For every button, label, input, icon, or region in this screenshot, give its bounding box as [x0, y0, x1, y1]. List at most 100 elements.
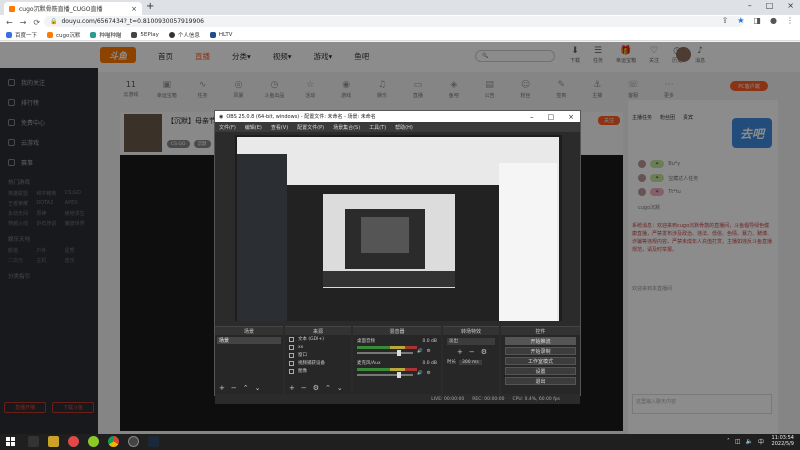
start-recording-button[interactable]: 开始录制	[505, 347, 576, 355]
url-input[interactable]: 🔒 douyu.com/6567434?_t=0.810093005791990…	[44, 16, 744, 27]
menu-edit[interactable]: 编辑(E)	[245, 124, 262, 131]
browser-tab-bar: cugo沉默骨筋直播_CUGO直播 × + – □ ×	[0, 0, 800, 15]
bookmark-item[interactable]: 百度一下	[6, 31, 37, 39]
remove-icon[interactable]: −	[231, 384, 237, 392]
maximize-icon[interactable]: □	[766, 1, 774, 10]
add-icon[interactable]: +	[289, 384, 295, 392]
remove-icon[interactable]: −	[301, 384, 307, 392]
close-tab-icon[interactable]: ×	[131, 5, 137, 13]
source-item[interactable]: 文本 (GDI+)	[285, 335, 351, 343]
taskbar-apps	[28, 436, 159, 447]
bookmark-icon	[131, 31, 138, 38]
windows-start-icon[interactable]	[6, 437, 15, 446]
network-icon[interactable]: ◫	[735, 438, 741, 445]
dock-header: 场景	[215, 327, 283, 335]
speaker-icon[interactable]: 🔊	[417, 371, 423, 376]
obs-title: OBS 25.0.8 (64-bit, windows) - 配置文件: 未命名…	[226, 114, 376, 120]
volume-icon[interactable]: 🔈	[746, 438, 753, 445]
sources-dock: 来源 文本 (GDI+) xx 窗口 视频捕获设备 图像 + − ⚙ ⌃ ⌄	[285, 326, 351, 394]
dock-header: 转场特效	[443, 327, 499, 335]
settings-button[interactable]: 设置	[505, 367, 576, 375]
menu-icon[interactable]: ⋮	[786, 16, 794, 25]
chevron-up-icon[interactable]: ˄	[727, 438, 730, 445]
volume-slider[interactable]	[357, 350, 413, 356]
volume-slider[interactable]	[357, 372, 413, 378]
menu-tools[interactable]: 工具(T)	[369, 124, 386, 131]
add-icon[interactable]: +	[219, 384, 225, 392]
gear-icon[interactable]: ⚙	[427, 371, 431, 376]
source-item[interactable]: 图像	[285, 367, 351, 375]
bookmark-icon	[90, 31, 97, 38]
bookmark-star-icon[interactable]: ★	[737, 16, 744, 25]
share-icon[interactable]: ⇪	[722, 16, 729, 25]
obs-icon[interactable]	[128, 436, 139, 447]
gear-icon[interactable]: ⚙	[313, 384, 319, 392]
profile-icon[interactable]: ●	[770, 16, 777, 25]
menu-scene-collection[interactable]: 场景集合(S)	[333, 124, 360, 131]
speaker-icon[interactable]: 🔊	[417, 349, 423, 354]
studio-mode-button[interactable]: 工作室模式	[505, 357, 576, 365]
close-icon[interactable]: ×	[568, 113, 574, 121]
app-icon[interactable]	[88, 436, 99, 447]
browser-tab[interactable]: cugo沉默骨筋直播_CUGO直播 ×	[4, 2, 142, 15]
bookmark-item[interactable]: 个人信息	[168, 31, 200, 39]
down-icon[interactable]: ⌄	[255, 384, 261, 392]
tab-title: cugo沉默骨筋直播_CUGO直播	[19, 6, 103, 13]
remove-icon[interactable]: −	[469, 348, 475, 356]
ime-icon[interactable]: 中	[758, 437, 764, 446]
menu-profile[interactable]: 配置文件(P)	[297, 124, 324, 131]
start-streaming-button[interactable]: 开始推流	[505, 337, 576, 345]
rec-status: REC: 00:00:00	[472, 396, 505, 402]
source-item[interactable]: xx	[285, 343, 351, 351]
up-icon[interactable]: ⌃	[243, 384, 249, 392]
bookmarks-bar: 百度一下 cugo沉默 种喵种瞄 5EPlay 个人信息 HLTV	[0, 29, 800, 41]
url-text: douyu.com/6567434?_t=0.8100930057919906	[61, 18, 204, 25]
app-icon[interactable]	[48, 436, 59, 447]
obs-title-bar[interactable]: ◉ OBS 25.0.8 (64-bit, windows) - 配置文件: 未…	[215, 111, 580, 122]
minimize-icon[interactable]: –	[530, 113, 534, 121]
duration-input[interactable]: 300 ms	[459, 359, 482, 365]
back-icon[interactable]: ←	[6, 18, 13, 27]
source-item[interactable]: 视频捕获设备	[285, 359, 351, 367]
maximize-icon[interactable]: □	[548, 113, 555, 121]
bookmark-item[interactable]: cugo沉默	[47, 31, 80, 39]
baidu-icon	[6, 31, 12, 38]
source-item[interactable]: 窗口	[285, 351, 351, 359]
extensions-icon[interactable]: ◨	[753, 16, 761, 25]
source-icon	[289, 344, 294, 350]
steam-icon[interactable]	[148, 436, 159, 447]
dock-header: 来源	[285, 327, 351, 335]
preview-nested-docks	[323, 271, 455, 287]
bookmark-item[interactable]: 种喵种瞄	[90, 31, 121, 39]
forward-icon[interactable]: →	[20, 18, 27, 27]
camera-icon	[289, 360, 294, 366]
dock-header: 控件	[501, 327, 580, 335]
bookmark-item[interactable]: HLTV	[209, 31, 232, 38]
app-icon[interactable]	[68, 436, 79, 447]
scene-item[interactable]: 场景	[217, 337, 281, 344]
menu-file[interactable]: 文件(F)	[219, 124, 236, 131]
down-icon[interactable]: ⌄	[337, 384, 343, 392]
exit-button[interactable]: 退出	[505, 377, 576, 385]
minimize-icon[interactable]: –	[748, 1, 752, 10]
transition-select[interactable]: 淡出	[447, 338, 495, 345]
add-icon[interactable]: +	[457, 348, 463, 356]
close-window-icon[interactable]: ×	[787, 1, 794, 10]
gear-icon[interactable]: ⚙	[481, 348, 487, 356]
up-icon[interactable]: ⌃	[325, 384, 331, 392]
new-tab-icon[interactable]: +	[146, 1, 154, 12]
obs-menu-bar: 文件(F) 编辑(E) 查看(V) 配置文件(P) 场景集合(S) 工具(T) …	[215, 122, 580, 132]
gear-icon[interactable]: ⚙	[427, 349, 431, 354]
obs-window-controls: – □ ×	[530, 113, 580, 121]
bookmark-item[interactable]: 5EPlay	[131, 31, 159, 38]
window-controls: – □ ×	[748, 1, 794, 10]
chrome-icon[interactable]	[108, 436, 119, 447]
dock-header: 混音器	[353, 327, 441, 335]
dock-toolbar: + − ⚙ ⌃ ⌄	[289, 384, 343, 392]
taskbar-clock[interactable]: 11:03:54 2022/5/9	[772, 435, 794, 447]
reload-icon[interactable]: ⟳	[33, 18, 40, 27]
menu-help[interactable]: 帮助(H)	[395, 124, 413, 131]
search-icon[interactable]	[28, 436, 39, 447]
menu-view[interactable]: 查看(V)	[271, 124, 288, 131]
system-tray: ˄ ◫ 🔈 中	[727, 437, 764, 446]
